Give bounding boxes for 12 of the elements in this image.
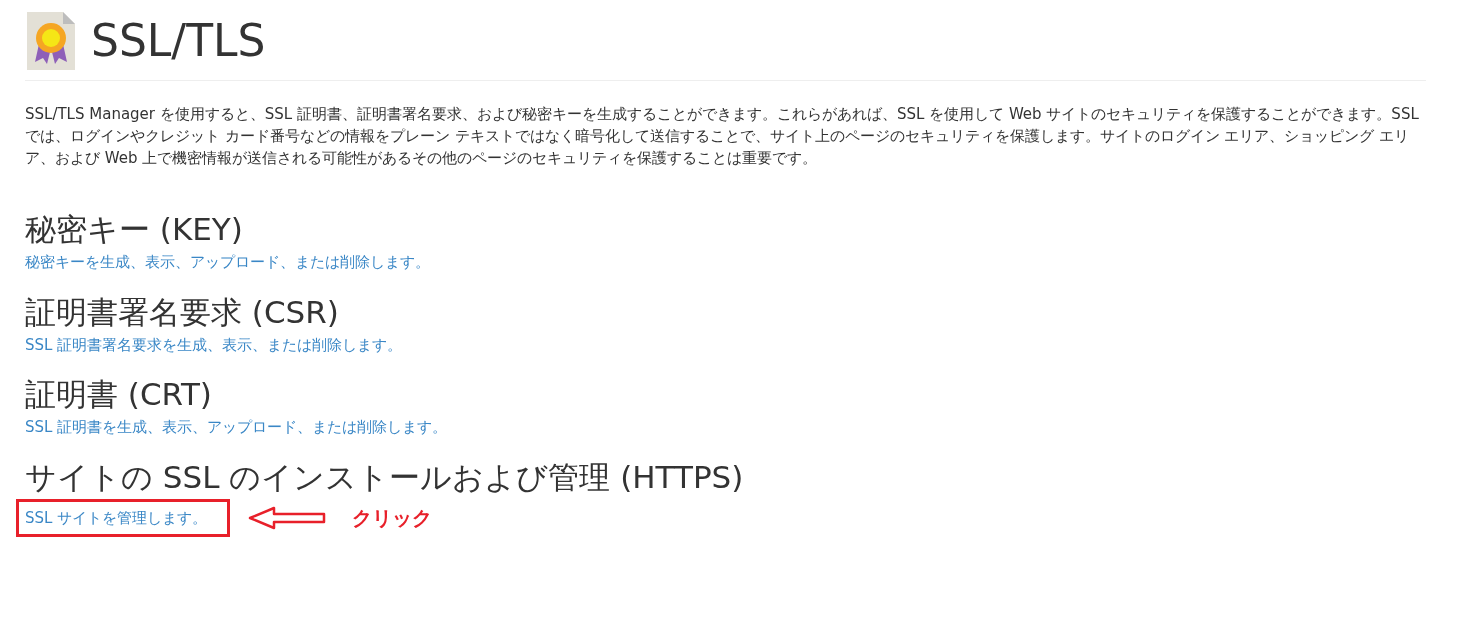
- section-link[interactable]: SSL 証明書を生成、表示、アップロード、または削除します。: [25, 416, 448, 439]
- certificate-icon: [25, 10, 77, 72]
- description-text: SSL/TLS Manager を使用すると、SSL 証明書、証明書署名要求、および秘密キーを生成することができます。これらがあれば、SSL を使用して Web サイトのセキュリティを保護することができます。SSL では、ログインやクレジット カード番号などの情報をプレーン テキストではなく暗号化して送信することで、サイト上のページのセキュリティを保護します。サイトのログイン エリア、ショッピング エリア、および Web 上で機密情報が送信される可能性があるその他のページのセキュリティを保護することは重要です。: [25, 104, 1420, 169]
- section-heading: 証明書 (CRT): [25, 375, 213, 414]
- section-link[interactable]: SSL サイトを管理します。: [16, 498, 231, 537]
- section-link[interactable]: 秘密キーを生成、表示、アップロード、または削除します。: [25, 251, 430, 274]
- section-heading: サイトの SSL のインストールおよび管理 (HTTPS): [25, 457, 745, 497]
- section-heading: 秘密キー (KEY): [25, 210, 244, 249]
- annotation-label: クリック: [352, 504, 433, 532]
- section-link[interactable]: SSL 証明書署名要求を生成、表示、または削除します。: [25, 333, 403, 356]
- page-title: SSL/TLS: [91, 19, 266, 63]
- section-heading: 証明書署名要求 (CSR): [25, 292, 340, 332]
